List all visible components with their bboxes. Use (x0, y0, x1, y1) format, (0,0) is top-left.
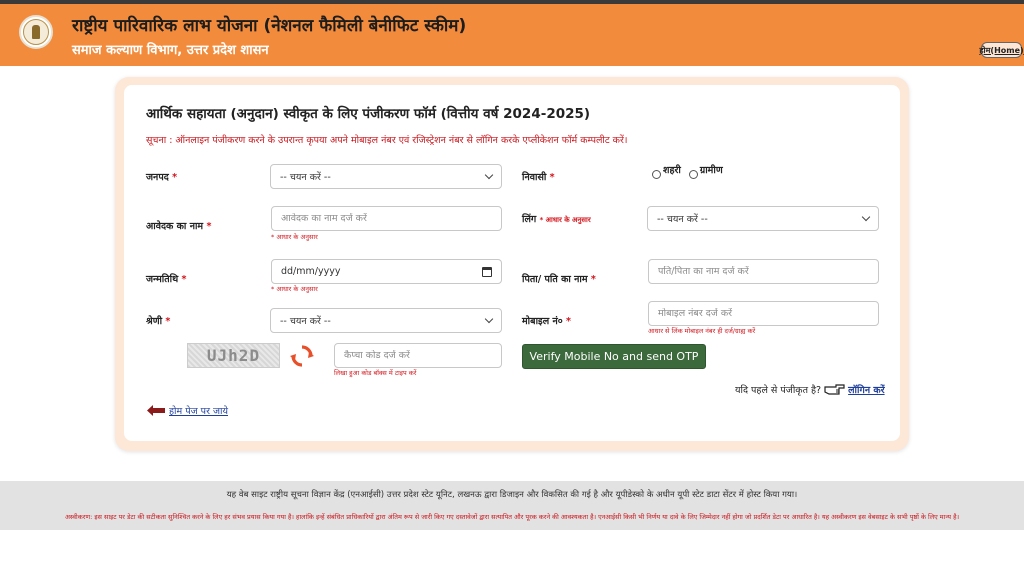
father-name-field[interactable] (648, 259, 879, 284)
category-select[interactable]: -- चयन करें -- (270, 308, 502, 333)
gender-select[interactable]: -- चयन करें -- (647, 206, 879, 231)
captcha-hint: लिखा हुआ कोड बॉक्स में टाइप करें (334, 369, 417, 377)
calendar-icon[interactable] (482, 266, 492, 277)
dob-field[interactable]: dd/mm/yyyy (271, 259, 502, 284)
login-link[interactable]: लॉगिन करें (848, 383, 884, 396)
pointing-hand-icon (824, 384, 845, 395)
chevron-down-icon (484, 314, 494, 324)
site-header: राष्ट्रीय पारिवारिक लाभ योजना (नेशनल फैम… (0, 0, 1024, 66)
father-name-label: पिता/ पति का नाम * (522, 274, 596, 285)
form-notice: सूचना : ऑनलाइन पंजीकरण करने के उपरान्त क… (146, 135, 628, 146)
gender-select-value: -- चयन करें -- (657, 214, 708, 225)
dob-value: dd/mm/yyyy (281, 266, 341, 277)
captcha-field[interactable] (334, 343, 502, 368)
radio-rural-label: ग्रामीण (699, 165, 723, 176)
residence-label: निवासी * (522, 172, 555, 183)
applicant-name-hint: * आधार के अनुसार (271, 233, 318, 241)
dob-label: जन्मतिथि * (146, 274, 187, 285)
form-title: आर्थिक सहायता (अनुदान) स्वीकृत के लिए पं… (146, 106, 591, 122)
home-button[interactable]: होम(Home) (979, 42, 1024, 58)
up-govt-logo-icon (19, 15, 53, 49)
category-label: श्रेणी * (146, 316, 171, 327)
footer-credit: यह वेब साइट राष्ट्रीय सूचना विज्ञान केंद… (226, 490, 798, 500)
login-row: यदि पहले से पंजीकृत है? लॉगिन करें (735, 382, 885, 396)
mobile-hint: आधार से लिंक मोबाइल नंबर ही दर्ज/ग्राह्य… (648, 327, 756, 335)
back-home-link[interactable]: होम पेज पर जाये (147, 404, 228, 417)
site-title: राष्ट्रीय पारिवारिक लाभ योजना (नेशनल फैम… (72, 16, 467, 36)
site-subtitle: समाज कल्याण विभाग, उत्तर प्रदेश शासन (72, 43, 269, 58)
back-home-label: होम पेज पर जाये (169, 406, 228, 417)
district-label: जनपद * (146, 172, 178, 183)
gender-label: लिंग * आधार के अनुसार (522, 214, 591, 225)
refresh-captcha-icon[interactable] (290, 344, 314, 368)
radio-urban[interactable] (652, 170, 661, 179)
district-select[interactable]: -- चयन करें -- (270, 164, 502, 189)
father-name-input[interactable] (658, 266, 869, 277)
district-select-value: -- चयन करें -- (280, 172, 331, 183)
radio-urban-label: शहरी (663, 165, 681, 176)
dob-hint: * आधार के अनुसार (271, 285, 318, 293)
mobile-input[interactable] (658, 308, 869, 319)
back-arrow-icon (147, 405, 165, 416)
captcha-input[interactable] (344, 350, 492, 361)
category-select-value: -- चयन करें -- (280, 316, 331, 327)
mobile-field[interactable] (648, 301, 879, 326)
site-footer: यह वेब साइट राष्ट्रीय सूचना विज्ञान केंद… (0, 481, 1024, 530)
already-registered-text: यदि पहले से पंजीकृत है? (735, 384, 822, 396)
applicant-name-input[interactable] (281, 213, 492, 224)
radio-rural[interactable] (688, 170, 698, 179)
residence-radio-group: शहरी ग्रामीण (652, 164, 731, 179)
mobile-label: मोबाइल नं० * (522, 316, 571, 327)
applicant-name-field[interactable] (271, 206, 502, 231)
captcha-image: UJh2D (187, 343, 280, 368)
chevron-down-icon (484, 170, 494, 180)
applicant-name-label: आवेदक का नाम * (146, 221, 212, 232)
verify-mobile-button[interactable]: Verify Mobile No and send OTP (522, 344, 706, 369)
chevron-down-icon (861, 212, 871, 222)
footer-disclaimer: अस्वीकरण: इस साइट पर डेटा की सटीकता सुनि… (64, 513, 960, 521)
